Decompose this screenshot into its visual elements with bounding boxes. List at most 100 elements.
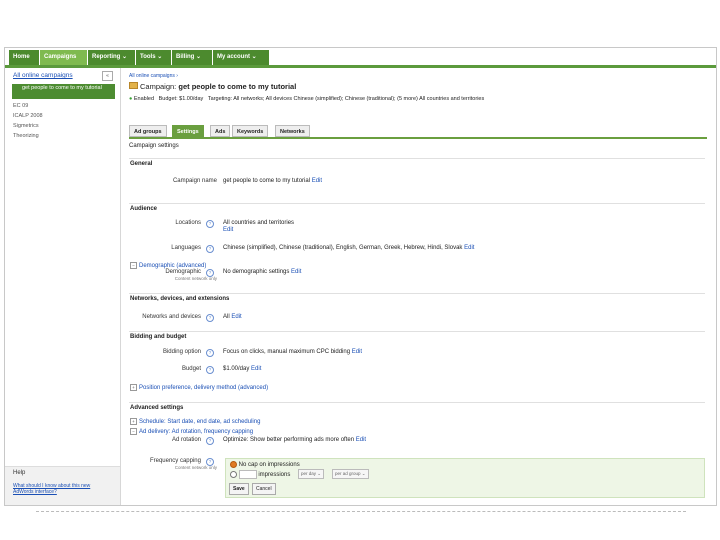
position-preference-toggle[interactable]: + Position preference, delivery method (a… [130,384,268,391]
status-dot-icon: ● [129,96,133,102]
position-preference-label: Position preference, delivery method (ad… [139,385,269,391]
frequency-capping-sublabel: Content network only [174,465,217,470]
radio-selected[interactable] [230,461,237,468]
demographic-toggle[interactable]: − Demographic (advanced) [130,262,206,269]
tab-campaigns[interactable]: Campaigns [40,50,87,65]
scope-select[interactable]: per ad group ⌄ [332,469,369,479]
save-button[interactable]: Save [229,483,249,495]
sidebar: All online campaigns « get people to com… [5,68,121,505]
tab-reporting[interactable]: Reporting ⌄ [88,50,135,65]
help-icon[interactable]: ? [206,458,214,466]
tab-my-account[interactable]: My account ⌄ [213,50,269,65]
ad-rotation-row: Optimize: Show better performing ads mor… [223,437,366,443]
tab-ad-groups[interactable]: Ad groups [129,125,167,137]
folder-icon [129,82,138,89]
edit-link[interactable]: Edit [356,437,366,443]
ad-delivery-toggle[interactable]: − Ad delivery: Ad rotation, frequency cap… [130,428,253,435]
impressions-input[interactable] [238,470,257,479]
frequency-capping-editor: No cap on impressions impressions per da… [225,458,705,498]
section-advanced: Advanced settings [130,405,184,411]
page-divider [36,511,686,512]
targeting-summary: Targeting: All networks; All devices Chi… [207,96,485,102]
panel-title: Campaign settings [129,143,179,149]
locations-value: All countries and territories [223,220,295,226]
help-icon[interactable]: ? [206,220,214,228]
radio-unselected[interactable] [230,471,237,478]
divider [129,203,705,204]
networks-value: All [223,314,230,320]
schedule-toggle[interactable]: + Schedule: Start date, end date, ad sche… [130,418,260,425]
per-period-value: per day [301,471,317,476]
tab-ads[interactable]: Ads [210,125,231,137]
main-content: All online campaigns › Campaign: get peo… [125,68,716,505]
divider [129,293,705,294]
campaign-name-label: Campaign name [172,178,217,184]
edit-link[interactable]: Edit [223,227,233,233]
tab-settings[interactable]: Settings [172,125,204,137]
help-panel: Help What should I know about this new A… [5,466,120,505]
collapse-sidebar-button[interactable]: « [102,71,113,81]
campaign-title: get people to come to my tutorial [178,82,297,91]
frequency-capping-label: Frequency capping [149,458,201,464]
campaign-summary: ● Enabled Budget: $1.00/day Targeting: A… [129,96,484,102]
campaign-prefix: Campaign: [140,82,177,91]
no-cap-option[interactable]: No cap on impressions [230,461,300,468]
bidding-label: Bidding option [162,349,201,355]
adwords-window: Home Campaigns Reporting ⌄ Tools ⌄ Billi… [4,47,717,506]
status-text[interactable]: Enabled [134,96,154,102]
sidebar-item[interactable]: Sigmetrics [13,123,39,129]
help-icon[interactable]: ? [206,349,214,357]
divider [129,402,705,403]
help-link[interactable]: What should I know about this new AdWord… [13,483,103,495]
sidebar-item[interactable]: ICALP 2008 [13,113,43,119]
tab-tools[interactable]: Tools ⌄ [136,50,171,65]
schedule-label: Schedule: Start date, end date, ad sched… [139,419,261,425]
cap-option[interactable]: impressions [230,470,290,479]
top-navigation: Home Campaigns Reporting ⌄ Tools ⌄ Billi… [5,48,716,68]
sidebar-item[interactable]: Theorizing [13,133,39,139]
edit-link[interactable]: Edit [352,349,362,355]
impressions-label: impressions [258,472,291,479]
breadcrumb[interactable]: All online campaigns › [129,73,178,79]
tab-billing[interactable]: Billing ⌄ [172,50,212,65]
tab-home[interactable]: Home [9,50,39,65]
help-icon[interactable]: ? [206,314,214,322]
networks-label: Networks and devices [142,314,201,320]
sidebar-item[interactable]: EC 09 [13,103,28,109]
edit-link[interactable]: Edit [464,245,474,251]
edit-link[interactable]: Edit [251,366,261,372]
ad-rotation-value: Optimize: Show better performing ads mor… [223,437,355,443]
help-title: Help [13,470,26,476]
budget-label: Budget [181,366,201,372]
edit-link[interactable]: Edit [231,314,241,320]
budget-value: $1.00/day [223,366,250,372]
collapse-icon: − [130,262,137,269]
tab-networks[interactable]: Networks [275,125,310,137]
networks-row: All Edit [223,314,242,320]
budget-summary: Budget: $1.00/day [158,96,204,102]
locations-label: Locations [175,220,201,226]
bidding-value: Focus on clicks, manual maximum CPC bidd… [223,349,351,355]
languages-label: Languages [171,245,201,251]
languages-row: Chinese (simplified), Chinese (tradition… [223,245,474,251]
cancel-button[interactable]: Cancel [252,483,276,495]
edit-link[interactable]: Edit [312,178,322,184]
sidebar-title-link[interactable]: All online campaigns [13,72,73,79]
section-general: General [130,161,153,167]
divider [129,331,705,332]
divider [129,158,705,159]
tab-keywords[interactable]: Keywords [232,125,269,137]
edit-link[interactable]: Edit [291,269,301,275]
help-icon[interactable]: ? [206,437,214,445]
tab-underline [129,137,707,139]
no-cap-label: No cap on impressions [238,462,300,469]
help-icon[interactable]: ? [206,366,214,374]
expand-icon: + [130,384,137,391]
campaign-name-value: get people to come to my tutorial [223,178,311,184]
help-icon[interactable]: ? [206,269,214,277]
languages-value: Chinese (simplified), Chinese (tradition… [223,245,463,251]
per-period-select[interactable]: per day ⌄ [298,469,325,479]
help-icon[interactable]: ? [206,245,214,253]
scope-value: per ad group [335,471,361,476]
sidebar-item-active-campaign[interactable]: get people to come to my tutorial [12,84,115,99]
